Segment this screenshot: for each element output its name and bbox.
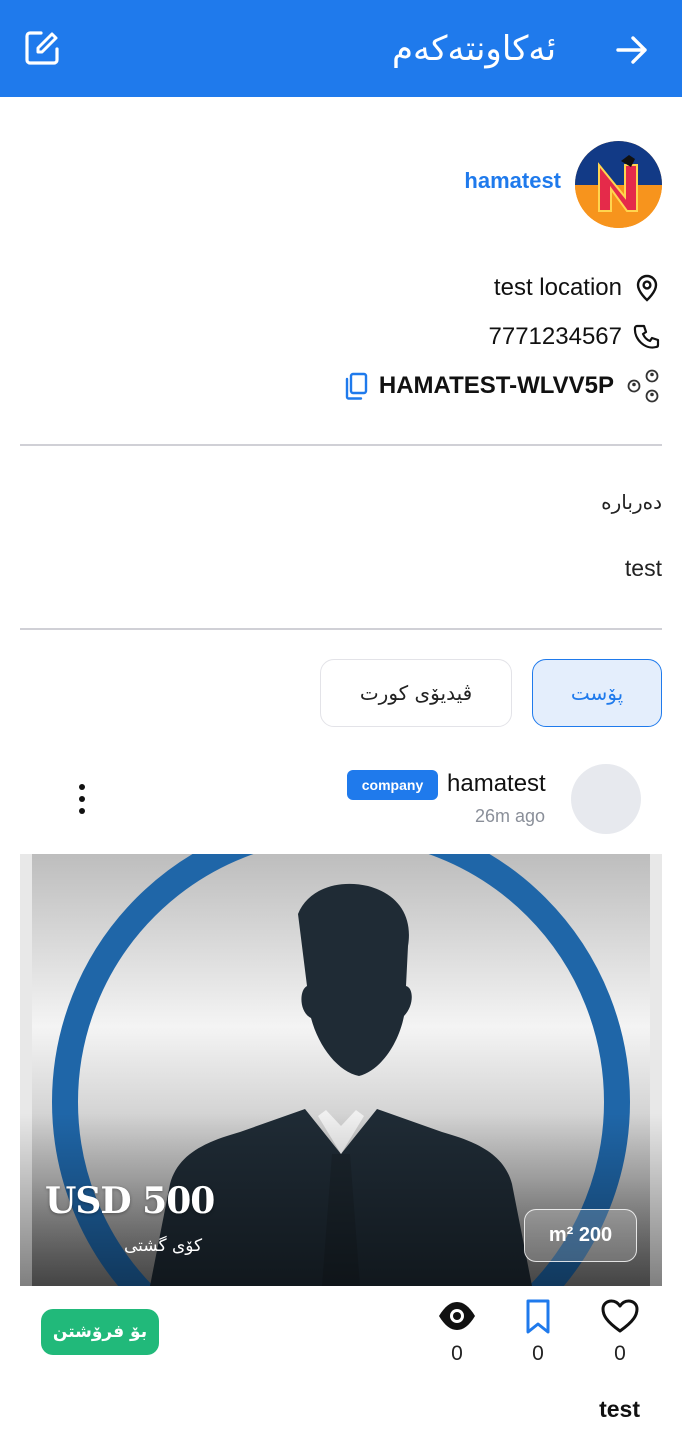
app-bar: ئەکاونتەکەم	[0, 0, 682, 97]
phone-icon	[633, 324, 660, 349]
post-username[interactable]: hamatest	[447, 770, 546, 798]
likes-count: 0	[614, 1342, 626, 1365]
arrow-right-icon[interactable]	[612, 30, 652, 70]
profile-username: hamatest	[464, 168, 561, 193]
about-text: test	[624, 555, 662, 581]
tab-posts[interactable]: پۆست	[532, 659, 662, 727]
saves-count: 0	[532, 1342, 544, 1365]
location-row: test location	[494, 270, 662, 306]
profile-avatar	[575, 141, 662, 228]
post-price: USD 500	[45, 1180, 215, 1222]
views-count: 0	[451, 1342, 463, 1365]
referral-code: HAMATEST-WLVV5P	[378, 372, 614, 399]
post-avatar[interactable]	[571, 764, 641, 834]
referral-users-icon	[627, 369, 659, 403]
about-label: دەربارە	[601, 490, 662, 514]
edit-icon[interactable]	[22, 28, 62, 68]
brand-logo-icon	[575, 141, 662, 228]
location-text: test location	[493, 274, 622, 301]
phone-text: 7771234567	[488, 323, 622, 350]
more-options-icon[interactable]	[70, 782, 94, 816]
tab-short-video[interactable]: ڤیدیۆی کورت	[320, 659, 512, 727]
eye-icon	[439, 1302, 475, 1330]
heart-icon[interactable]	[600, 1298, 640, 1334]
property-type: کۆی گشتی	[124, 1236, 203, 1256]
divider	[20, 628, 662, 630]
copy-icon[interactable]	[342, 371, 370, 401]
post-title: test	[599, 1396, 640, 1422]
company-badge: company	[347, 770, 438, 800]
for-sale-badge[interactable]: بۆ فرۆشتن	[41, 1309, 159, 1355]
post-timestamp: 26m ago	[475, 806, 546, 826]
location-pin-icon	[636, 274, 658, 302]
area-badge: m² 200	[524, 1209, 637, 1262]
referral-row: HAMATEST-WLVV5P	[379, 368, 662, 404]
divider	[20, 444, 662, 446]
bookmark-icon[interactable]	[518, 1298, 558, 1334]
phone-row: 7771234567	[489, 319, 662, 355]
